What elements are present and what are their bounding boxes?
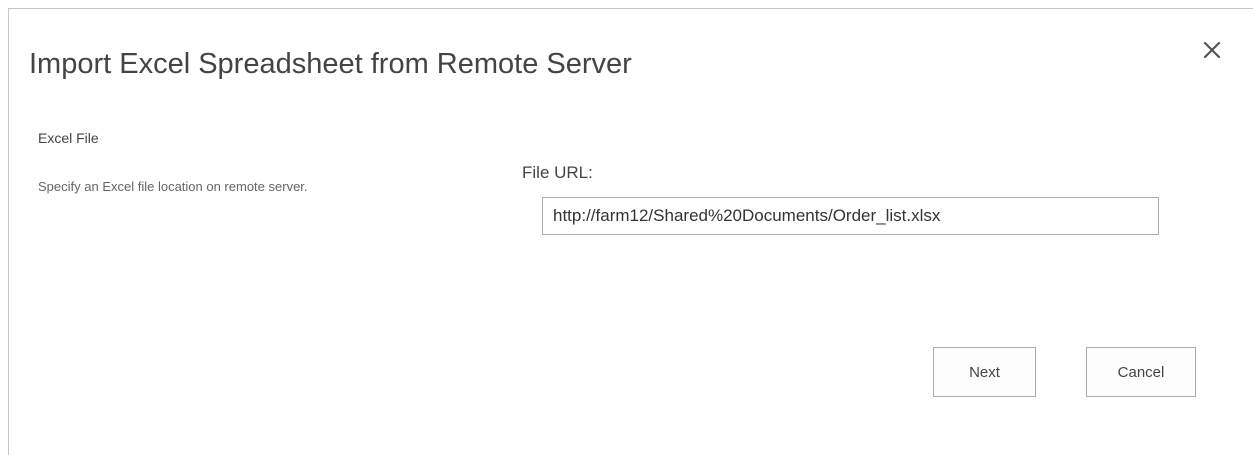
close-icon [1201,39,1229,61]
close-button[interactable] [1201,39,1229,67]
import-dialog: Import Excel Spreadsheet from Remote Ser… [8,8,1253,455]
dialog-title: Import Excel Spreadsheet from Remote Ser… [29,48,632,80]
next-button[interactable]: Next [933,347,1036,397]
section-title: Excel File [38,130,99,146]
file-url-label: File URL: [522,163,593,182]
cancel-button[interactable]: Cancel [1086,347,1196,397]
section-description: Specify an Excel file location on remote… [38,179,308,194]
file-url-input[interactable] [542,197,1159,235]
